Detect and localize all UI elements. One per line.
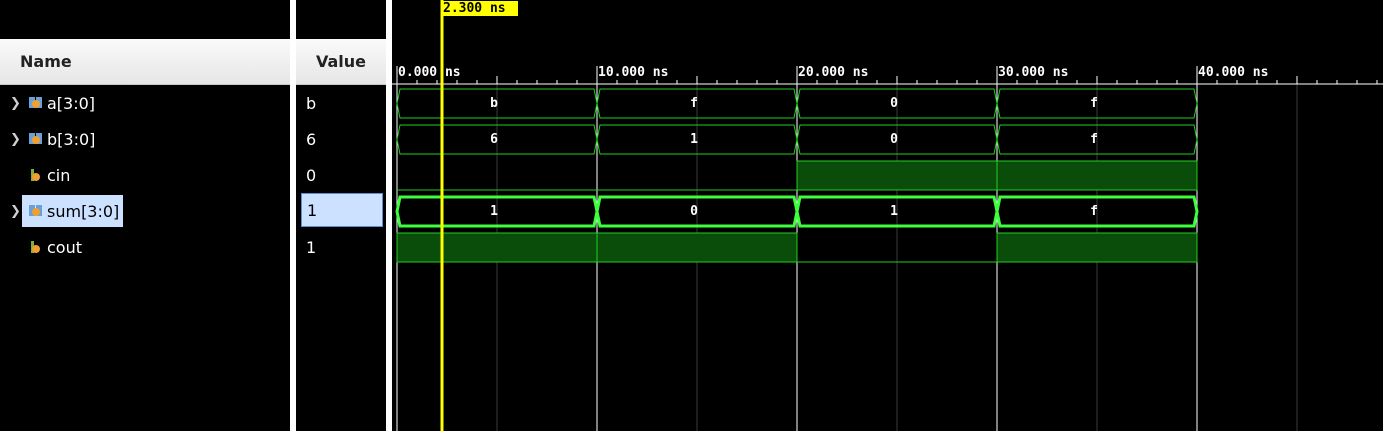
bus-value-label: f [1090, 204, 1098, 219]
bus-value-label: 0 [890, 96, 898, 111]
bit-high-segment [996, 160, 1198, 191]
name-header-label: Name [20, 52, 72, 71]
name-column-header[interactable]: Name [0, 39, 290, 85]
signal-row-sum[interactable]: ❯ sum[3:0] [0, 195, 290, 227]
signal-name: sum[3:0] [47, 201, 120, 221]
timeline-tick-label: 30.000 ns [998, 65, 1069, 80]
bus-value-label: f [1090, 96, 1098, 111]
timeline-tick-label: 10.000 ns [598, 65, 669, 80]
selected-signal-highlight[interactable]: sum[3:0] [22, 195, 124, 227]
bus-value-label: 1 [490, 204, 498, 219]
bus-signal-icon [29, 133, 42, 144]
bus-value-label: 1 [690, 132, 698, 147]
bus-value-label: f [1090, 132, 1098, 147]
bus-value-label: 6 [490, 132, 498, 147]
timeline-tick-label: 0.000 ns [398, 65, 461, 80]
signal-name: cout [47, 237, 82, 257]
signal-name: b[3:0] [47, 129, 96, 149]
signal-value: 6 [306, 129, 317, 149]
bit-high-segment [596, 232, 798, 263]
bus-value-label: b [490, 96, 498, 111]
expand-chevron-icon[interactable]: ❯ [10, 96, 22, 111]
bit-high-segment [796, 160, 998, 191]
selected-signal-value[interactable]: 1 [301, 193, 383, 227]
bit-high-segment [996, 232, 1198, 263]
value-header-label: Value [315, 52, 367, 71]
waveform-panel[interactable]: 0.000 ns 10.000 ns 20.000 ns 30.000 ns 4… [392, 0, 1383, 431]
bus-signal-icon [29, 97, 42, 108]
bus-value-label: f [690, 96, 698, 111]
expand-chevron-icon[interactable]: ❯ [10, 132, 22, 147]
signal-row-cin[interactable]: cin [0, 160, 290, 190]
bus-value-label: 0 [690, 204, 698, 219]
signal-row-cout[interactable]: cout [0, 232, 290, 262]
signal-name: cin [47, 165, 71, 185]
bit-signal-icon [31, 169, 40, 181]
timeline-tick-label: 20.000 ns [798, 65, 869, 80]
bit-signal-icon [31, 241, 40, 253]
bit-high-segment [396, 232, 598, 263]
signal-row-b[interactable]: ❯ b[3:0] [0, 124, 290, 154]
time-cursor-label[interactable]: 2.300 ns [441, 1, 518, 16]
signal-value: b [306, 93, 317, 113]
expand-chevron-icon[interactable]: ❯ [10, 204, 22, 219]
signal-value: 0 [306, 165, 317, 185]
value-column-header[interactable]: Value [296, 39, 386, 85]
timeline-tick-label: 40.000 ns [1198, 65, 1269, 80]
signal-name: a[3:0] [47, 93, 96, 113]
signal-value: 1 [306, 237, 317, 257]
bus-signal-icon [29, 205, 42, 216]
signal-row-a[interactable]: ❯ a[3:0] [0, 88, 290, 118]
bus-value-label: 1 [890, 204, 898, 219]
bus-value-label: 0 [890, 132, 898, 147]
